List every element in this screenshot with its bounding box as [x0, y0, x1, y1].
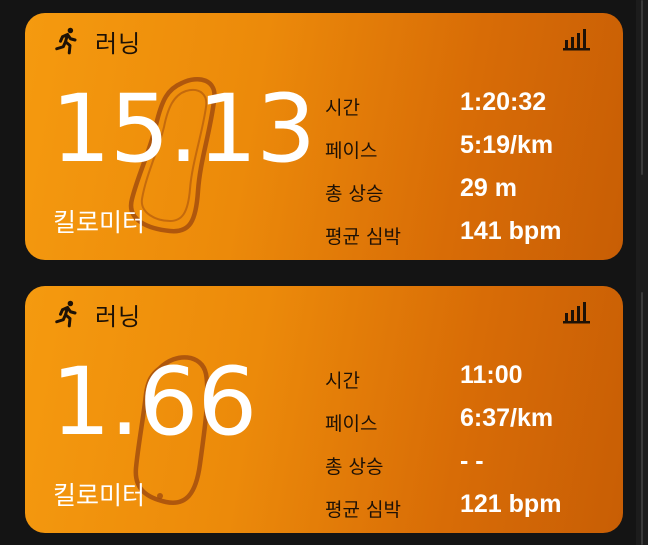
metric-row-elevation: 총 상승 - -	[325, 444, 615, 487]
card-header: 러닝	[51, 23, 141, 59]
metric-value: 1:20:32	[460, 88, 547, 116]
metric-value: 5:19/km	[460, 131, 554, 159]
metric-value: 29 m	[460, 174, 517, 202]
distance-unit: 킬로미터	[53, 481, 146, 510]
metric-row-duration: 시간 11:00	[325, 358, 615, 401]
metric-value: 11:00	[460, 361, 523, 389]
metric-label: 평균 심박	[325, 226, 401, 248]
metric-row-heart-rate: 평균 심박 121 bpm	[325, 487, 615, 530]
distance-value: 15.13	[51, 75, 316, 184]
activity-type-label: 러닝	[95, 302, 142, 331]
scrollbar-track-lower	[641, 292, 643, 545]
distance-unit: 킬로미터	[53, 208, 146, 237]
distance-value: 1.66	[51, 348, 257, 457]
metric-label: 시간	[325, 97, 360, 119]
activity-type-label: 러닝	[95, 29, 142, 58]
metric-row-heart-rate: 평균 심박 141 bpm	[325, 214, 615, 257]
bar-chart-icon[interactable]	[563, 27, 591, 51]
metric-row-elevation: 총 상승 29 m	[325, 171, 615, 214]
metric-label: 시간	[325, 370, 360, 392]
card-header: 러닝	[51, 296, 141, 332]
running-person-icon	[55, 300, 77, 328]
metric-label: 페이스	[325, 140, 378, 162]
metric-label: 평균 심박	[325, 499, 401, 521]
scroll-edge	[636, 0, 648, 545]
activity-card[interactable]: 러닝 15.13 킬로미터 시간 1:20:32 페이스 5:19/km 총 상…	[25, 13, 623, 260]
metric-row-duration: 시간 1:20:32	[325, 85, 615, 128]
metrics-list: 시간 11:00 페이스 6:37/km 총 상승 - - 평균 심박 121 …	[325, 358, 615, 530]
metrics-list: 시간 1:20:32 페이스 5:19/km 총 상승 29 m 평균 심박 1…	[325, 85, 615, 257]
metric-label: 총 상승	[325, 456, 384, 478]
metric-label: 총 상승	[325, 183, 384, 205]
metric-value: 141 bpm	[460, 217, 562, 245]
metric-value: - -	[460, 447, 484, 475]
metric-row-pace: 페이스 6:37/km	[325, 401, 615, 444]
metric-value: 6:37/km	[460, 404, 554, 432]
activity-card[interactable]: 러닝 1.66 킬로미터 시간 11:00 페이스 6:37/km 총 상승 -…	[25, 286, 623, 533]
metric-value: 121 bpm	[460, 490, 562, 518]
running-person-icon	[55, 27, 77, 55]
metric-label: 페이스	[325, 413, 378, 435]
scrollbar-track	[641, 0, 643, 175]
metric-row-pace: 페이스 5:19/km	[325, 128, 615, 171]
bar-chart-icon[interactable]	[563, 300, 591, 324]
